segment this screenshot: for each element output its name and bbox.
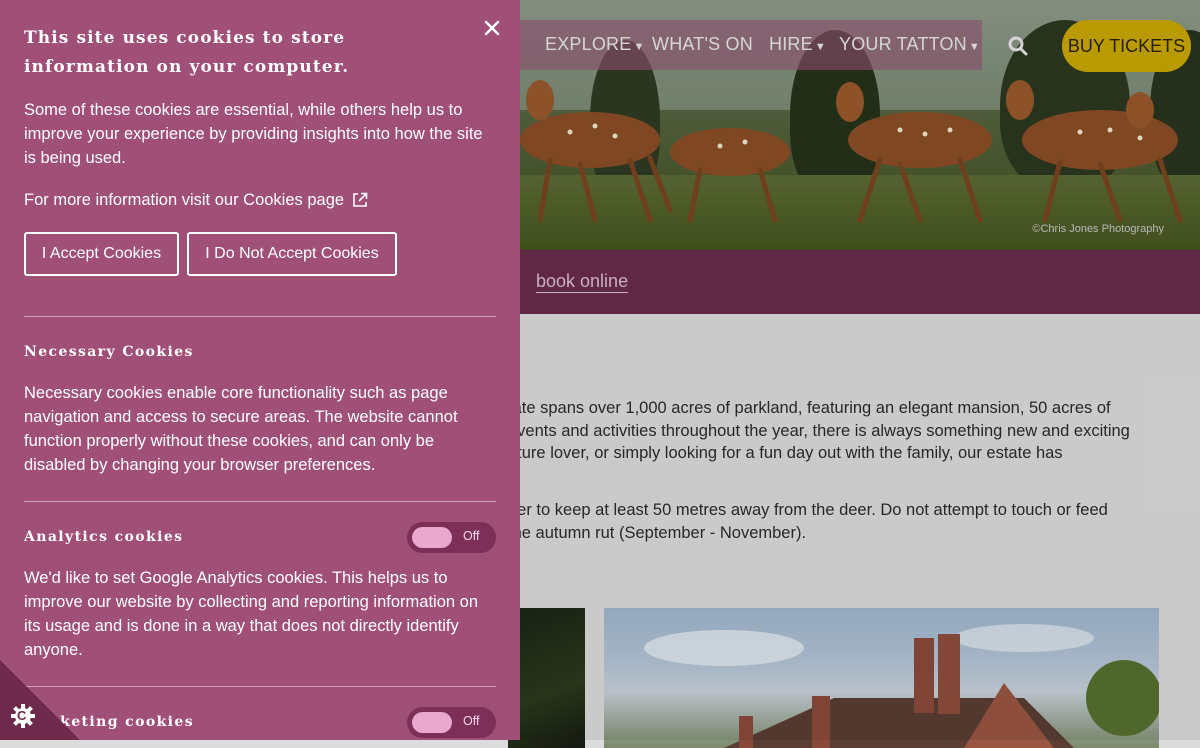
text-line: tate spans over 1,000 acres of parkland,… bbox=[508, 399, 1111, 417]
decline-cookies-button[interactable]: I Do Not Accept Cookies bbox=[187, 232, 397, 276]
cookie-badge-letter: C bbox=[17, 708, 27, 723]
external-link-icon bbox=[353, 192, 368, 207]
deer-safety-paragraph: ber to keep at least 50 metres away from… bbox=[508, 499, 1188, 544]
cookie-intro-text: Some of these cookies are essential, whi… bbox=[24, 101, 483, 167]
buy-tickets-button[interactable]: BUY TICKETS bbox=[1062, 20, 1191, 72]
search-icon bbox=[1008, 36, 1028, 56]
toggle-knob bbox=[412, 712, 452, 733]
cookies-page-link[interactable]: For more information visit our Cookies p… bbox=[24, 188, 368, 212]
nav-item-your-tatton[interactable]: YOUR TATTON ▼ bbox=[839, 34, 980, 55]
photo-credit: ©Chris Jones Photography bbox=[1032, 223, 1164, 235]
toggle-state-label: Off bbox=[463, 714, 480, 728]
book-online-link[interactable]: book online bbox=[536, 271, 628, 292]
nav-item-explore[interactable]: EXPLORE ▼ bbox=[545, 34, 645, 55]
text-line: ber to keep at least 50 metres away from… bbox=[508, 501, 1108, 519]
section-divider bbox=[24, 316, 496, 317]
intro-paragraph: tate spans over 1,000 acres of parkland,… bbox=[508, 397, 1188, 465]
house-illustration bbox=[644, 624, 1159, 748]
marketing-cookies-toggle[interactable]: Off bbox=[407, 707, 496, 738]
nav-label: YOUR TATTON bbox=[839, 34, 967, 54]
toggle-knob bbox=[412, 527, 452, 548]
cookies-page-link-label: For more information visit our Cookies p… bbox=[24, 191, 345, 209]
text-line: the autumn rut (September - November). bbox=[508, 523, 807, 542]
cookie-consent-panel: This site uses cookies to store informat… bbox=[0, 0, 520, 740]
chevron-down-icon: ▼ bbox=[814, 41, 826, 53]
section-divider bbox=[24, 686, 496, 687]
close-icon bbox=[484, 20, 500, 36]
cookie-panel-title: This site uses cookies to store informat… bbox=[24, 28, 350, 77]
accept-cookies-button[interactable]: I Accept Cookies bbox=[24, 232, 179, 276]
analytics-cookies-toggle[interactable]: Off bbox=[407, 522, 496, 553]
chevron-down-icon: ▼ bbox=[968, 41, 980, 53]
chevron-down-icon: ▼ bbox=[633, 41, 645, 53]
nav-item-hire[interactable]: HIRE ▼ bbox=[769, 34, 826, 55]
nav-label: WHAT'S ON bbox=[652, 34, 753, 54]
nav-label: EXPLORE bbox=[545, 34, 632, 54]
cookie-settings-badge[interactable]: C bbox=[0, 660, 82, 740]
section-divider bbox=[24, 501, 496, 502]
necessary-cookies-title: Necessary Cookies bbox=[24, 344, 194, 360]
analytics-cookies-title: Analytics cookies bbox=[24, 529, 184, 545]
nav-item-whats-on[interactable]: WHAT'S ON bbox=[652, 34, 753, 55]
text-line: events and activities throughout the yea… bbox=[508, 421, 1130, 440]
gallery-image-house[interactable] bbox=[604, 608, 1159, 748]
deer-herd-illustration bbox=[520, 80, 1183, 223]
close-button[interactable] bbox=[480, 16, 504, 40]
search-button[interactable] bbox=[1007, 35, 1029, 57]
necessary-cookies-text: Necessary cookies enable core functional… bbox=[24, 384, 458, 474]
toggle-state-label: Off bbox=[463, 529, 480, 543]
analytics-cookies-text: We'd like to set Google Analytics cookie… bbox=[24, 569, 478, 659]
nav-label: HIRE bbox=[769, 34, 813, 54]
text-line: nture lover, or simply looking for a fun… bbox=[508, 444, 1063, 462]
